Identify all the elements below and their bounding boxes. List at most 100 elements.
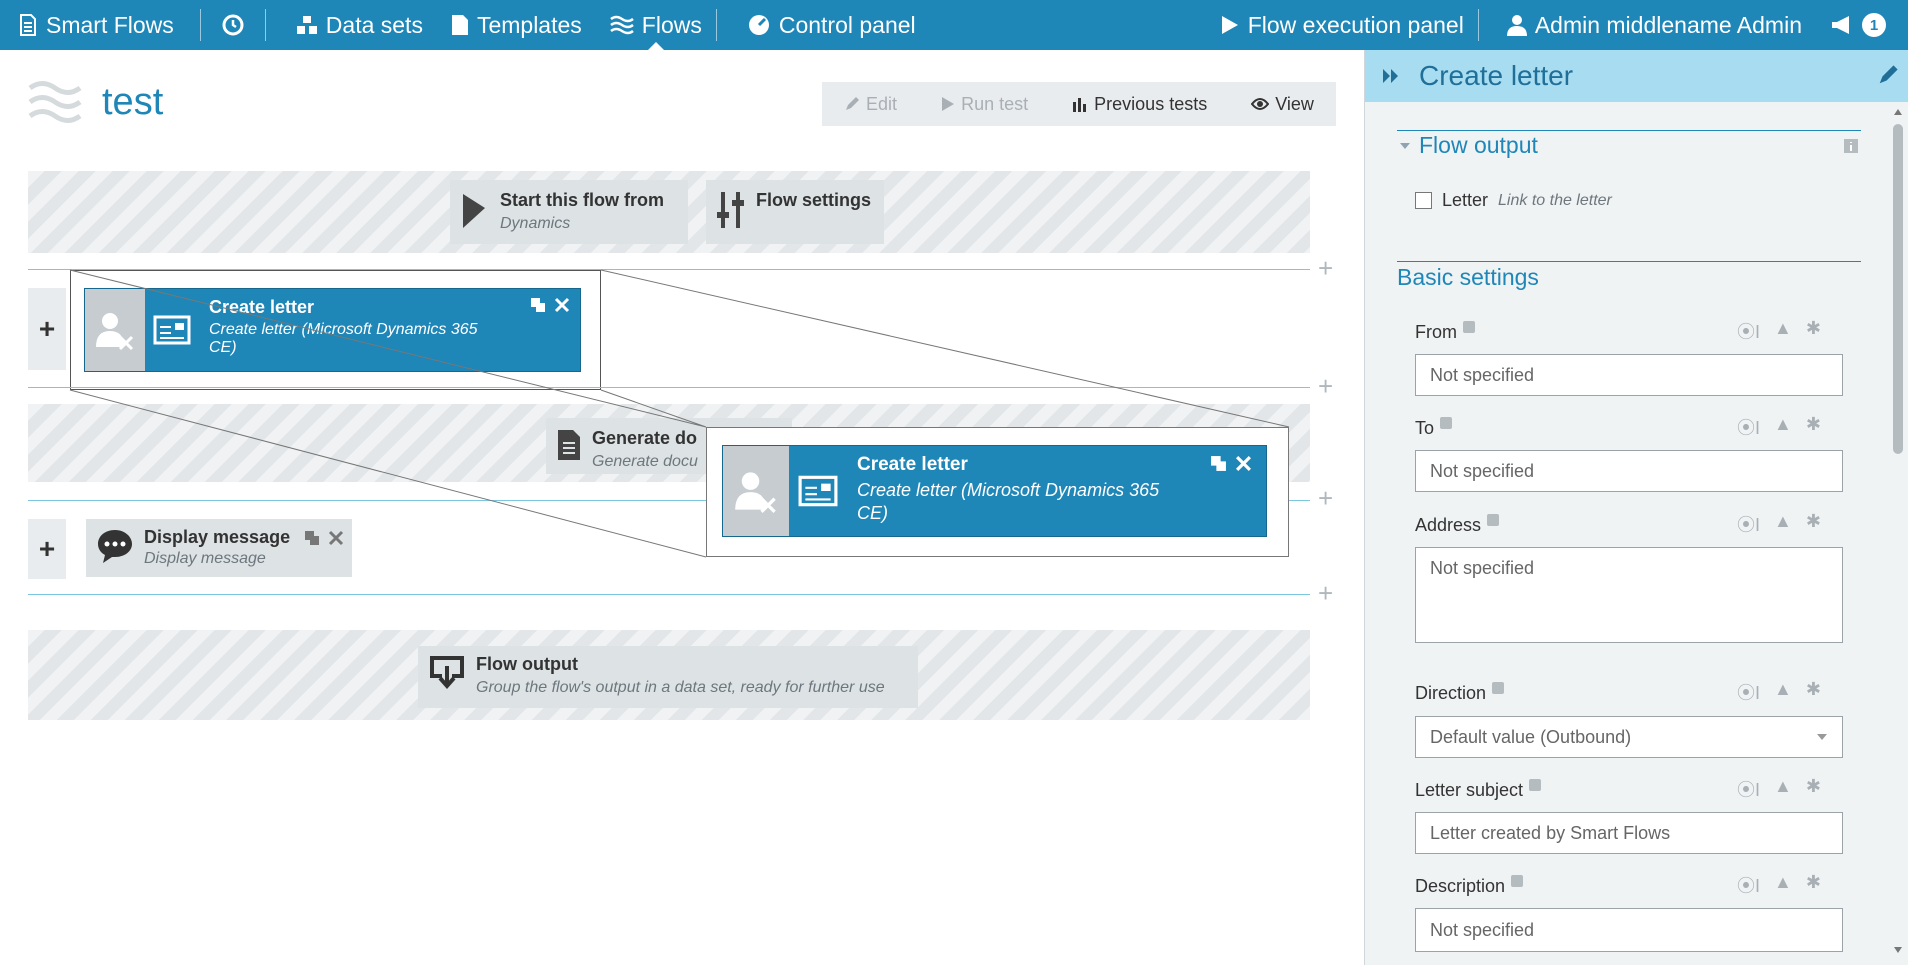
flow-output-section-title[interactable]: Flow output [1419,132,1538,159]
letter-output-row: Letter Link to the letter [1415,190,1612,211]
expression-icon[interactable]: ⦿I [1737,679,1760,705]
notification-count: 1 [1862,13,1886,37]
letter-checkbox[interactable] [1415,192,1432,209]
nav-templates-label: Templates [476,11,582,38]
asterisk-icon[interactable]: ✱ [1806,776,1821,802]
flow-canvas: test Edit Run test Previous tests View S… [0,50,1364,965]
nav-datasets[interactable]: Data sets [266,0,437,50]
asterisk-icon[interactable]: ✱ [1806,318,1821,344]
megaphone-icon [1832,16,1849,34]
person-icon[interactable]: ▲ [1774,679,1792,705]
letter-output-hint: Link to the letter [1498,191,1612,209]
address-field-icons: ⦿I ▲ ✱ [1737,511,1821,537]
address-label-text: Address [1415,515,1482,535]
letter-subject-input[interactable]: Letter created by Smart Flows [1415,812,1843,854]
basic-settings-divider [1397,261,1861,262]
gauge-icon [748,15,769,35]
caret-down-icon [1817,734,1827,740]
user-name: Admin middlename Admin [1534,11,1802,38]
info-icon[interactable] [1463,320,1475,333]
description-field-icons: ⦿I ▲ ✱ [1737,872,1821,898]
from-input[interactable]: Not specified [1415,354,1843,396]
info-icon[interactable] [1529,778,1542,791]
brand-link[interactable]: Smart Flows [0,0,188,50]
nav-templates[interactable]: Templates [437,0,596,50]
flow-execution-panel-label: Flow execution panel [1247,11,1464,38]
panel-scrollbar[interactable] [1889,106,1907,958]
top-navigation: Smart Flows Data sets Templates Flows Co… [0,0,1908,50]
nav-flows[interactable]: Flows [596,0,716,50]
info-icon[interactable] [1843,138,1859,154]
datasets-icon [296,16,317,34]
info-icon[interactable] [1511,874,1524,887]
description-label: Description [1415,874,1524,897]
person-icon[interactable]: ▲ [1774,776,1792,802]
letter-subject-field-icons: ⦿I ▲ ✱ [1737,776,1821,802]
user-menu[interactable]: Admin middlename Admin [1479,0,1816,50]
letter-subject-label-text: Letter subject [1415,780,1524,800]
letter-subject-label: Letter subject [1415,778,1542,801]
expression-icon[interactable]: ⦿I [1737,318,1760,344]
person-icon[interactable]: ▲ [1774,318,1792,344]
expression-icon[interactable]: ⦿I [1737,414,1760,440]
expression-icon[interactable]: ⦿I [1737,511,1760,537]
description-input[interactable]: Not specified [1415,908,1843,952]
direction-label-text: Direction [1415,683,1487,703]
expression-icon[interactable]: ⦿I [1737,872,1760,898]
person-icon[interactable]: ▲ [1774,414,1792,440]
expression-icon[interactable]: ⦿I [1737,776,1760,802]
scroll-up-icon[interactable] [1893,108,1903,116]
create-letter-ghost-actions [1210,455,1252,472]
address-textarea[interactable]: Not specified [1415,547,1843,643]
asterisk-icon[interactable]: ✱ [1806,511,1821,537]
history-button[interactable] [201,0,265,50]
info-icon[interactable] [1492,681,1505,694]
letter-output-label: Letter [1442,190,1489,210]
scrollbar-thumb[interactable] [1893,124,1903,454]
user-icon [1506,15,1527,36]
person-icon[interactable]: ▲ [1774,511,1792,537]
to-field-icons: ⦿I ▲ ✱ [1737,414,1821,440]
from-label: From [1415,320,1475,343]
flows-icon [610,15,634,35]
from-field-icons: ⦿I ▲ ✱ [1737,318,1821,344]
templates-icon [451,15,468,35]
caret-down-icon[interactable] [1399,142,1411,150]
nav-flows-label: Flows [641,11,702,38]
flows-logo-icon [20,14,36,36]
to-input[interactable]: Not specified [1415,450,1843,492]
copy-icon[interactable] [1210,455,1227,472]
description-label-text: Description [1415,876,1506,896]
flow-execution-panel-link[interactable]: Flow execution panel [1206,0,1478,50]
scroll-down-icon[interactable] [1893,946,1903,954]
properties-panel: Create letter Flow output Letter Link to… [1364,50,1908,965]
address-label: Address [1415,513,1500,536]
nav-datasets-label: Data sets [325,11,423,38]
info-icon[interactable] [1440,416,1453,429]
close-icon[interactable] [1235,455,1252,472]
from-label-text: From [1415,322,1457,342]
direction-field-icons: ⦿I ▲ ✱ [1737,679,1821,705]
nav-control-panel[interactable]: Control panel [717,0,930,50]
to-label-text: To [1415,418,1435,438]
nav-control-panel-label: Control panel [778,11,916,38]
basic-settings-title: Basic settings [1397,264,1539,290]
create-letter-ghost-subtitle-cont: CE) [857,503,888,523]
create-letter-ghost-title: Create letter [857,454,968,475]
panel-header: Create letter [1365,50,1908,102]
asterisk-icon[interactable]: ✱ [1806,679,1821,705]
person-icon[interactable]: ▲ [1774,872,1792,898]
asterisk-icon[interactable]: ✱ [1806,414,1821,440]
create-letter-drag-ghost[interactable]: Create letter Create letter (Microsoft D… [722,445,1267,537]
create-letter-ghost-subtitle: Create letter (Microsoft Dynamics 365 [857,480,1160,500]
pencil-icon[interactable] [1877,64,1899,86]
panel-title: Create letter [1419,60,1574,91]
to-label: To [1415,416,1453,439]
collapse-icon[interactable] [1381,67,1401,85]
info-icon[interactable] [1487,513,1500,526]
asterisk-icon[interactable]: ✱ [1806,872,1821,898]
direction-select[interactable]: Default value (Outbound) [1415,716,1843,758]
brand-label: Smart Flows [46,11,174,38]
notifications-button[interactable]: 1 [1816,0,1908,50]
user-remove-icon [723,446,789,536]
